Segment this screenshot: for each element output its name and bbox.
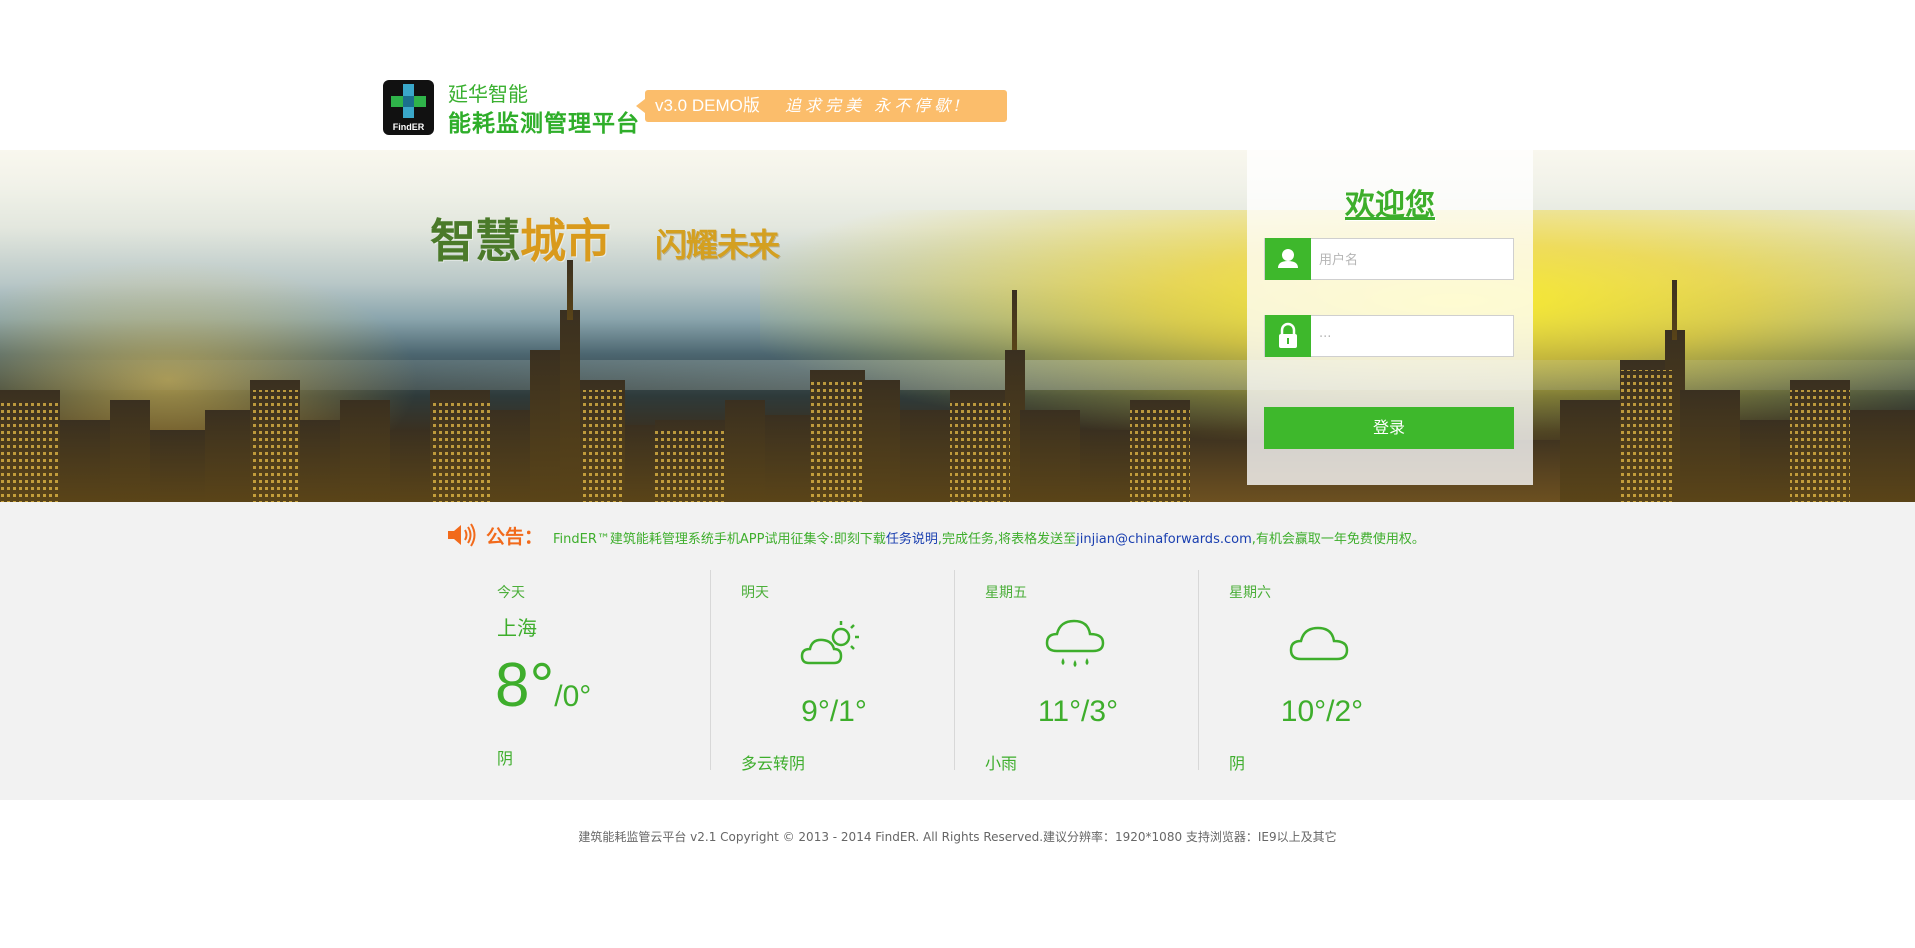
version-label: v3.0 DEMO版 — [655, 96, 760, 115]
today-low: /0° — [554, 680, 592, 713]
today-temperature: 8°/0° — [495, 650, 591, 721]
day-name: 星期五 — [985, 585, 1027, 601]
notice-text-start: FindER™建筑能耗管理系统手机APP试用征集令:即刻下载 — [553, 532, 886, 547]
day-name: 星期六 — [1229, 585, 1271, 601]
password-input[interactable] — [1317, 316, 1511, 358]
password-field — [1264, 315, 1514, 358]
logo-brand: FindER — [392, 122, 425, 132]
weather-condition: 多云转阴 — [741, 754, 806, 773]
banner-subline: 闪耀未来 — [655, 226, 780, 264]
weather-day-saturday: 星期六 10°/2° 阴 — [1227, 570, 1471, 773]
lock-icon — [1265, 315, 1311, 357]
user-icon — [1265, 238, 1311, 280]
speaker-icon — [448, 523, 476, 547]
version-banner: v3.0 DEMO版 追求完美 永不停歇! — [636, 90, 1007, 122]
cloud-icon — [1289, 626, 1349, 661]
headline-part2: 城市 — [520, 214, 611, 268]
notice-label: 公告： — [486, 526, 544, 548]
banner-headline: 智慧城市 — [430, 205, 611, 271]
temperature: 10°/2° — [1280, 695, 1364, 728]
weather-day-friday: 星期五 11°/3° 小雨 — [983, 570, 1227, 773]
divider — [954, 570, 955, 770]
welcome-title: 欢迎您 — [1345, 188, 1435, 223]
login-panel: 欢迎您 登录 — [1247, 150, 1533, 485]
company-name: 延华智能 — [448, 82, 528, 106]
username-field — [1264, 238, 1514, 281]
city-skyline — [0, 260, 1915, 502]
weather-condition: 小雨 — [985, 754, 1018, 773]
weather-condition: 阴 — [497, 749, 514, 768]
notice-text-end: ,有机会赢取一年免费使用权。 — [1251, 532, 1425, 547]
weather-forecast: 今天 上海 8°/0° 阴 明天 9°/1° 多云转阴 星期五 11°/3° 小… — [495, 570, 1475, 773]
partly-cloudy-icon — [800, 621, 859, 665]
notice-text: FindER™建筑能耗管理系统手机APP试用征集令:即刻下载任务说明,完成任务,… — [553, 528, 1425, 547]
day-name: 明天 — [741, 585, 769, 601]
city-banner-image: 智慧城市 闪耀未来 — [0, 150, 1915, 502]
footer-copyright: 建筑能耗监管云平台 v2.1 Copyright © 2013 - 2014 F… — [578, 830, 1337, 844]
task-description-link[interactable]: 任务说明 — [886, 532, 938, 547]
headline-part1: 智慧 — [430, 214, 521, 268]
city-name: 上海 — [497, 616, 537, 640]
header: FindER 延华智能 能耗监测管理平台 v3.0 DEMO版 追求完美 永不停… — [0, 0, 1915, 150]
today-high: 8° — [495, 651, 555, 720]
finder-logo-icon: FindER — [383, 80, 434, 135]
temperature: 9°/1° — [801, 695, 867, 728]
platform-title: 能耗监测管理平台 — [448, 111, 640, 137]
weather-condition: 阴 — [1229, 754, 1246, 773]
day-name: 今天 — [497, 585, 525, 601]
email-link[interactable]: jinjian@chinaforwards.com — [1076, 532, 1252, 547]
temperature: 11°/3° — [1037, 695, 1119, 728]
login-button[interactable]: 登录 — [1264, 407, 1514, 449]
weather-day-tomorrow: 明天 9°/1° 多云转阴 — [739, 570, 983, 773]
username-input[interactable] — [1317, 239, 1511, 281]
divider — [710, 570, 711, 770]
divider — [1198, 570, 1199, 770]
info-area: 公告： FindER™建筑能耗管理系统手机APP试用征集令:即刻下载任务说明,完… — [0, 502, 1915, 800]
slogan: 追求完美 永不停歇! — [785, 96, 965, 115]
rain-icon — [1045, 619, 1105, 667]
notice-text-middle: ,完成任务,将表格发送至 — [937, 532, 1077, 547]
weather-day-today: 今天 上海 8°/0° 阴 — [495, 570, 739, 770]
login-page: FindER 延华智能 能耗监测管理平台 v3.0 DEMO版 追求完美 永不停… — [0, 0, 1915, 948]
